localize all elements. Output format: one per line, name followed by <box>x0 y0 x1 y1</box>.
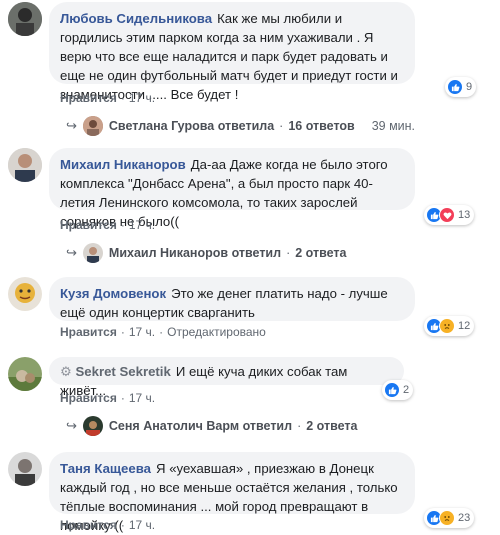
timestamp[interactable]: 17 ч. <box>129 91 155 105</box>
separator-dot: · <box>120 91 125 105</box>
separator-dot: · <box>120 325 125 339</box>
comment-author[interactable]: Таня Кащеева <box>60 461 151 476</box>
timestamp[interactable]: 17 ч. <box>129 391 155 405</box>
separator-dot: · <box>120 518 125 532</box>
reply-count: 16 ответов <box>288 119 355 133</box>
reply-arrow-icon: ↪ <box>66 418 77 433</box>
reply-action: ответил <box>242 419 293 433</box>
comment-bubble: Михаил Никаноров Да-аа Даже когда не было… <box>49 148 415 229</box>
reply-avatar <box>82 243 103 263</box>
separator-dot: · <box>279 119 284 133</box>
reaction-count: 9 <box>466 81 473 93</box>
comment-author[interactable]: Михаил Никаноров <box>60 157 186 172</box>
avatar[interactable] <box>8 148 42 182</box>
reactions[interactable]: 23 <box>424 508 475 528</box>
comment-meta: Нравится · 17 ч. <box>60 391 155 405</box>
reactions[interactable]: 2 <box>382 380 414 400</box>
comment-author[interactable]: Кузя Домовенок <box>60 286 166 301</box>
edited-label[interactable]: Отредактировано <box>167 325 266 339</box>
reply-arrow-icon: ↪ <box>66 245 77 260</box>
comment-bubble: Любовь Сидельникова Как же мы любили и го… <box>49 2 415 102</box>
reaction-count: 23 <box>458 512 471 524</box>
separator-dot: · <box>120 218 125 232</box>
reply-avatar <box>82 116 103 136</box>
comment-author[interactable]: Любовь Сидельникова <box>60 11 212 26</box>
comment-bubble: Кузя Домовенок Это же денег платить надо … <box>49 277 415 321</box>
reactions[interactable]: 9 <box>445 77 477 97</box>
replies-link[interactable]: ↪ Сеня Анатолич Варм ответил · 2 ответа <box>66 416 358 436</box>
sad-icon <box>439 318 455 334</box>
reaction-count: 13 <box>458 209 471 221</box>
timestamp[interactable]: 17 ч. <box>129 518 155 532</box>
reactions[interactable]: 12 <box>424 316 475 336</box>
anonymous-badge-icon: ⚙ <box>60 364 72 379</box>
reply-count: 2 ответа <box>295 246 347 260</box>
reply-author: Михаил Никаноров <box>108 246 229 260</box>
love-icon <box>439 207 455 223</box>
avatar[interactable] <box>8 277 42 311</box>
like-link[interactable]: Нравится <box>60 325 117 339</box>
like-icon <box>447 79 463 95</box>
reply-count: 2 ответа <box>306 419 358 433</box>
sad-icon <box>439 510 455 526</box>
like-link[interactable]: Нравится <box>60 218 117 232</box>
comment-bubble: Таня Кащеева Я «уехавшая» , приезжаю в До… <box>49 452 415 533</box>
comment-author[interactable]: Sekret Sekretik <box>76 364 171 379</box>
reply-arrow-icon: ↪ <box>66 118 77 133</box>
separator-dot: · <box>159 325 164 339</box>
separator-dot: · <box>286 246 291 260</box>
comment-meta: Нравится · 17 ч. <box>60 518 155 532</box>
reply-author: Светлана Гурова <box>108 119 215 133</box>
like-link[interactable]: Нравится <box>60 518 117 532</box>
like-link[interactable]: Нравится <box>60 91 117 105</box>
avatar[interactable] <box>8 452 42 486</box>
separator-dot: · <box>297 419 302 433</box>
reaction-count: 2 <box>403 384 410 396</box>
avatar[interactable] <box>8 2 42 36</box>
comment-bubble: ⚙ Sekret Sekretik И ещё куча диких собак … <box>49 357 404 398</box>
reply-author: Сеня Анатолич Варм <box>108 419 240 433</box>
timestamp[interactable]: 17 ч. <box>129 325 155 339</box>
replies-link[interactable]: ↪ Светлана Гурова ответила · 16 ответов 39… <box>66 116 415 136</box>
comment-meta: Нравится · 17 ч. · Отредактировано <box>60 325 266 339</box>
reply-action: ответил <box>231 246 282 260</box>
timestamp[interactable]: 17 ч. <box>129 218 155 232</box>
separator-dot: · <box>120 391 125 405</box>
like-icon <box>384 382 400 398</box>
reply-time: 39 мин. <box>371 119 416 133</box>
reply-action: ответила <box>217 119 275 133</box>
comment-meta: Нравится · 17 ч. <box>60 91 155 105</box>
replies-link[interactable]: ↪ Михаил Никаноров ответил · 2 ответа <box>66 243 347 263</box>
reaction-count: 12 <box>458 320 471 332</box>
comment-meta: Нравится · 17 ч. <box>60 218 155 232</box>
like-link[interactable]: Нравится <box>60 391 117 405</box>
avatar[interactable] <box>8 357 42 391</box>
reactions[interactable]: 13 <box>424 205 475 225</box>
reply-avatar <box>82 416 103 436</box>
